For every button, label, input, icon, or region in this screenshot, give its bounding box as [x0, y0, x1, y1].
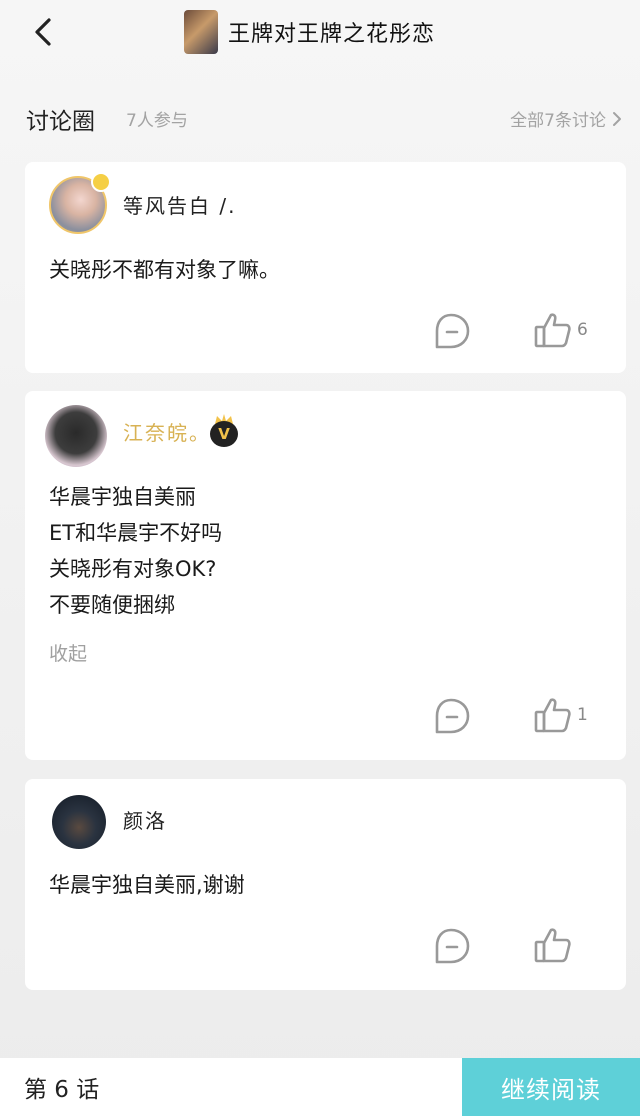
comment-line: 关晓彤不都有对象了嘛。 [49, 258, 280, 282]
like-button[interactable]: 6 [533, 310, 588, 350]
comment-line: 关晓彤有对象OK? [49, 557, 217, 581]
back-button[interactable] [28, 14, 58, 50]
reply-button[interactable] [431, 697, 471, 735]
username[interactable]: 等风告白 /. [123, 190, 236, 219]
comment-text: 华晨宇独自美丽,谢谢 [49, 867, 245, 903]
top-bar: 王牌对王牌之花彤恋 [0, 0, 640, 72]
comment-icon [435, 313, 470, 349]
thumbs-up-icon [534, 928, 571, 963]
thumbs-up-icon [534, 698, 571, 733]
comment-text: 关晓彤不都有对象了嘛。 [49, 252, 280, 288]
comic-title-group: 王牌对王牌之花彤恋 [184, 10, 435, 54]
discussion-title: 讨论圈 [26, 109, 95, 135]
bottom-bar: 第 6 话 继续阅读 [0, 1058, 640, 1116]
page-title: 王牌对王牌之花彤恋 [228, 22, 436, 47]
comment-line: 华晨宇独自美丽,谢谢 [49, 873, 245, 897]
comment-line: 不要随便捆绑 [49, 593, 175, 617]
page: 王牌对王牌之花彤恋 讨论圈 7人参与 全部7条讨论 等风告白 /. 关晓彤不都有… [0, 0, 640, 1116]
username[interactable]: 颜洛 [123, 805, 167, 834]
comment-icon [435, 928, 470, 964]
comment-text: 华晨宇独自美丽 ET和华晨宇不好吗 关晓彤有对象OK? 不要随便捆绑 [49, 479, 222, 623]
thumbs-up-icon [534, 313, 571, 348]
avatar[interactable] [52, 795, 106, 849]
reply-button[interactable] [431, 927, 471, 965]
chapter-label[interactable]: 第 6 话 [24, 1070, 99, 1104]
participant-count: 7人参与 [126, 111, 188, 131]
comic-cover-thumbnail [184, 10, 218, 54]
continue-reading-button[interactable]: 继续阅读 [462, 1058, 640, 1116]
comment-card: 江奈皖。 V 华晨宇独自美丽 ET和华晨宇不好吗 关晓彤有对象OK? 不要随便捆… [25, 391, 626, 760]
like-count: 1 [577, 705, 588, 725]
chevron-right-icon [613, 111, 621, 126]
like-button[interactable]: 1 [533, 695, 588, 735]
all-discussions-label: 全部7条讨论 [510, 111, 606, 131]
comment-icon [435, 698, 470, 734]
badge-icon [91, 172, 111, 192]
like-count: 6 [577, 320, 588, 340]
reply-button[interactable] [431, 312, 471, 350]
back-arrow-icon [35, 18, 51, 46]
like-button[interactable] [533, 925, 577, 965]
username[interactable]: 江奈皖。 [123, 417, 211, 446]
collapse-link[interactable]: 收起 [49, 639, 87, 666]
comment-card: 颜洛 华晨宇独自美丽,谢谢 [25, 779, 626, 990]
vip-badge-icon: V [209, 413, 239, 447]
comment-card: 等风告白 /. 关晓彤不都有对象了嘛。 6 [25, 162, 626, 373]
discussion-header: 讨论圈 7人参与 全部7条讨论 [26, 100, 626, 136]
comment-line: 华晨宇独自美丽 [49, 485, 196, 509]
avatar[interactable] [45, 405, 107, 467]
all-discussions-link[interactable]: 全部7条讨论 [510, 106, 622, 131]
vip-badge-letter: V [210, 421, 238, 447]
comment-line: ET和华晨宇不好吗 [49, 521, 223, 545]
